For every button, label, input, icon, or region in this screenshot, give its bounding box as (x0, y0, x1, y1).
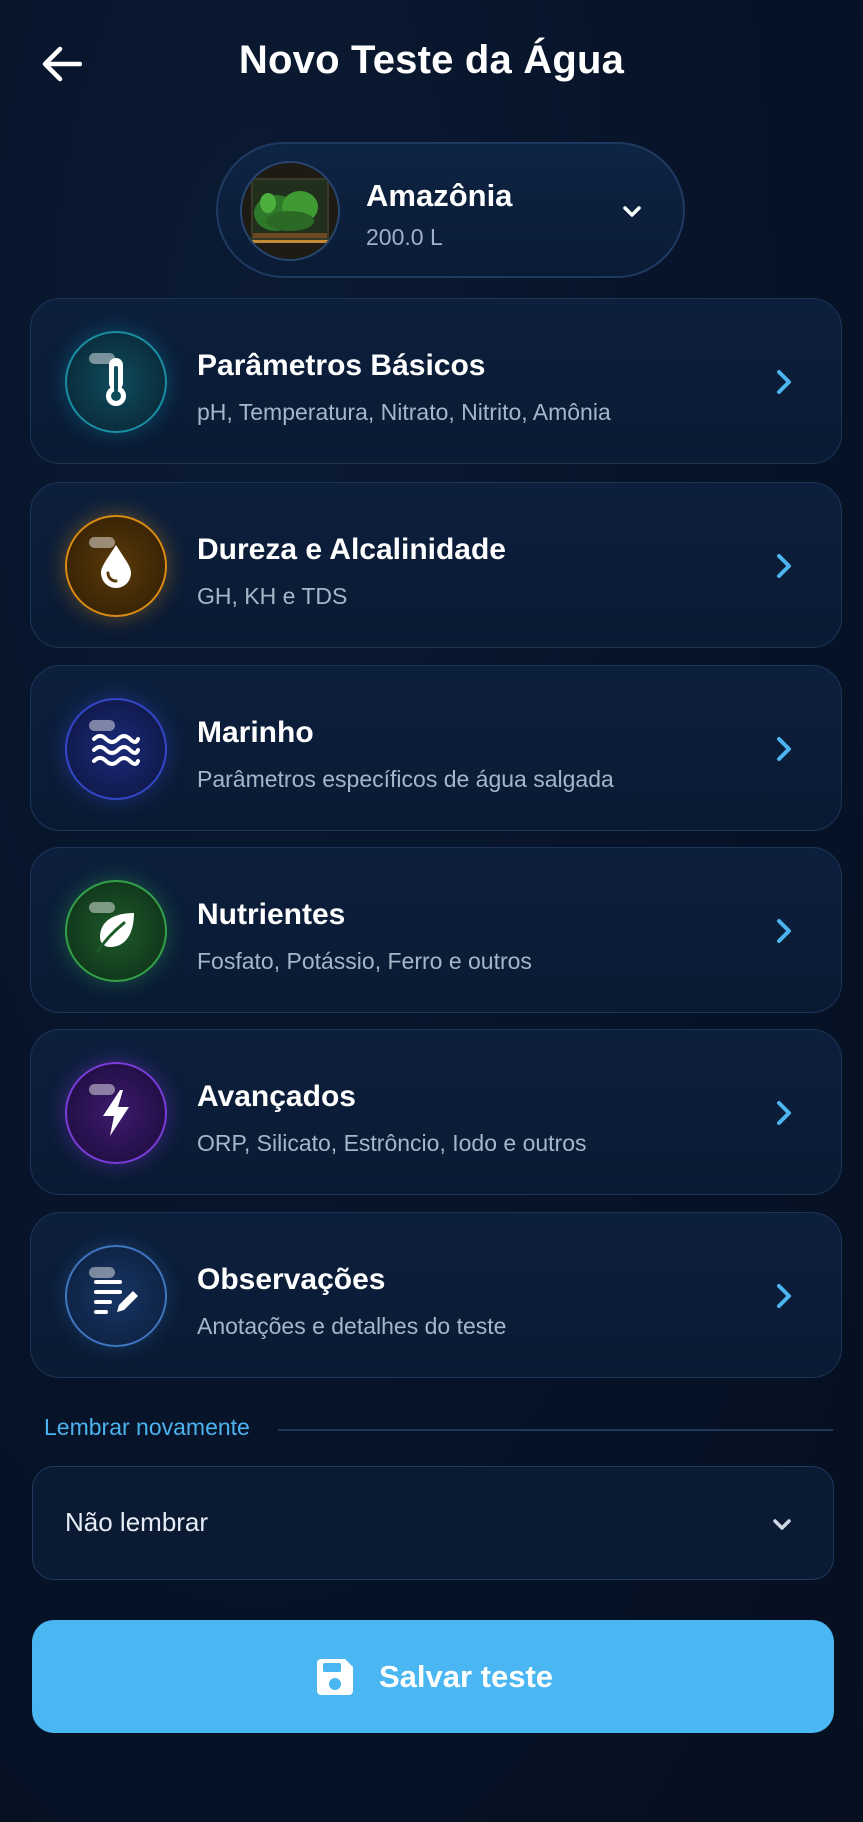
category-card-hardness-alkalinity[interactable]: Dureza e Alcalinidade GH, KH e TDS (30, 482, 842, 648)
card-title: Observações (197, 1263, 386, 1296)
water-drop-icon (65, 515, 167, 617)
card-subtitle: Anotações e detalhes do teste (197, 1313, 507, 1339)
chevron-right-icon (777, 554, 791, 578)
card-subtitle: Fosfato, Potássio, Ferro e outros (197, 948, 532, 974)
aquarium-name: Amazônia (366, 178, 513, 213)
aquarium-selector[interactable]: Amazônia 200.0 L (216, 142, 685, 278)
header: Novo Teste da Água (0, 0, 863, 128)
card-title: Parâmetros Básicos (197, 349, 486, 382)
chevron-down-icon (623, 206, 641, 217)
chevron-right-icon (777, 1284, 791, 1308)
card-title: Marinho (197, 716, 314, 749)
app-screen: Novo Teste da Água Amazônia 200.0 L Parâ… (0, 0, 863, 1822)
save-button-label: Salvar teste (378, 1658, 554, 1694)
chevron-down-icon (773, 1519, 791, 1530)
thermometer-icon (65, 331, 167, 433)
category-card-observations[interactable]: Observações Anotações e detalhes do test… (30, 1212, 842, 1378)
category-card-nutrients[interactable]: Nutrientes Fosfato, Potássio, Ferro e ou… (30, 847, 842, 1013)
chevron-right-icon (777, 919, 791, 943)
reminder-select[interactable]: Não lembrar (32, 1466, 834, 1580)
waves-icon (65, 698, 167, 800)
notes-edit-icon (65, 1245, 167, 1347)
card-subtitle: ORP, Silicato, Estrôncio, Iodo e outros (197, 1130, 587, 1156)
card-subtitle: pH, Temperatura, Nitrato, Nitrito, Amôni… (197, 399, 611, 425)
category-card-basic-parameters[interactable]: Parâmetros Básicos pH, Temperatura, Nitr… (30, 298, 842, 464)
category-card-advanced[interactable]: Avançados ORP, Silicato, Estrôncio, Iodo… (30, 1029, 842, 1195)
chevron-right-icon (777, 737, 791, 761)
divider (278, 1429, 833, 1431)
card-title: Avançados (197, 1080, 356, 1113)
card-title: Nutrientes (197, 898, 346, 931)
lightning-icon (65, 1062, 167, 1164)
chevron-right-icon (777, 370, 791, 394)
aquarium-thumbnail (240, 161, 340, 261)
category-card-marine[interactable]: Marinho Parâmetros específicos de água s… (30, 665, 842, 831)
save-test-button[interactable]: Salvar teste (32, 1620, 834, 1733)
reminder-label: Lembrar novamente (44, 1414, 250, 1440)
page-title: Novo Teste da Água (238, 38, 625, 82)
card-title: Dureza e Alcalinidade (197, 533, 506, 566)
aquarium-volume: 200.0 L (366, 224, 443, 250)
reminder-selected-value: Não lembrar (65, 1507, 209, 1537)
leaf-icon (65, 880, 167, 982)
card-subtitle: GH, KH e TDS (197, 583, 348, 609)
chevron-right-icon (777, 1101, 791, 1125)
card-subtitle: Parâmetros específicos de água salgada (197, 766, 614, 792)
floppy-disk-icon (316, 1658, 353, 1695)
